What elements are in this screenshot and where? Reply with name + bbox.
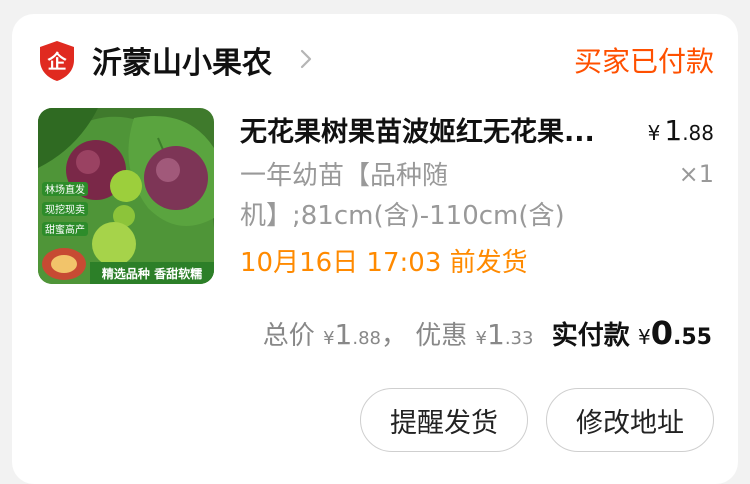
total-currency: ¥ xyxy=(323,328,335,349)
unit-price: ¥1.88 xyxy=(648,114,714,147)
order-status: 买家已付款 xyxy=(573,45,714,78)
price-currency: ¥ xyxy=(647,121,661,145)
discount-integer: 1 xyxy=(487,318,505,351)
order-totals: 总价 ¥1.88， 优惠 ¥1.33 实付款 ¥0.55 xyxy=(263,314,712,352)
product-sku: 一年幼苗【品种随机】;81cm(含)-110cm(含) xyxy=(240,161,565,231)
total-integer: 1 xyxy=(334,318,353,351)
separator: ， xyxy=(380,321,407,351)
paid-label: 实付款 xyxy=(551,321,630,351)
chevron-right-icon[interactable] xyxy=(298,46,314,72)
ship-notice: 10月16日 17:03 前发货 xyxy=(240,248,528,278)
discount-decimal: .33 xyxy=(504,328,534,349)
paid-decimal: .55 xyxy=(673,325,712,350)
paid-currency: ¥ xyxy=(638,325,651,349)
total-label: 总价 xyxy=(262,321,315,351)
discount-currency: ¥ xyxy=(475,328,487,349)
shop-name[interactable]: 沂蒙山小果农 xyxy=(92,38,272,82)
logo-glyph: 企 xyxy=(46,50,67,73)
thumb-tag: 林场直发 xyxy=(45,183,85,196)
modify-address-button[interactable]: 修改地址 xyxy=(546,388,714,452)
order-card: 企 沂蒙山小果农 买家已付款 林场直发 现挖现卖 甜蜜高产 精选品种 香甜软糯 … xyxy=(12,14,738,484)
price-decimal: .88 xyxy=(682,121,714,145)
product-thumbnail[interactable]: 林场直发 现挖现卖 甜蜜高产 精选品种 香甜软糯 xyxy=(38,108,214,284)
thumb-tag: 现挖现卖 xyxy=(45,203,85,216)
remind-shipment-button[interactable]: 提醒发货 xyxy=(360,388,528,452)
discount-label: 优惠 xyxy=(415,321,468,351)
paid-integer: 0 xyxy=(650,314,674,352)
total-decimal: .88 xyxy=(352,328,381,349)
product-title[interactable]: 无花果树果苗波姬红无花果... xyxy=(240,110,640,149)
price-integer: 1 xyxy=(664,114,683,147)
thumb-tag: 甜蜜高产 xyxy=(45,223,85,236)
shield-logo-icon[interactable]: 企 xyxy=(38,40,76,82)
thumb-banner: 精选品种 香甜软糯 xyxy=(102,266,202,281)
quantity: ×1 xyxy=(678,160,714,188)
